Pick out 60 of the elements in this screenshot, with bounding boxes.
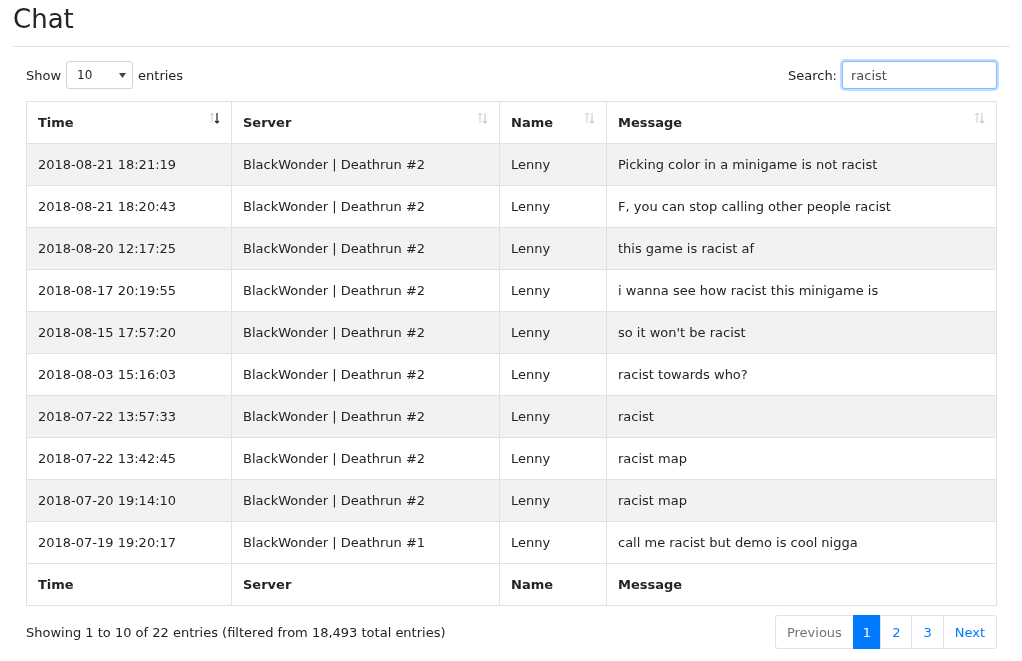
- table-cell: call me racist but demo is cool nigga: [606, 521, 997, 564]
- table-cell: Lenny: [499, 143, 607, 186]
- table-cell: BlackWonder | Deathrun #2: [231, 311, 500, 354]
- table-cell: Lenny: [499, 269, 607, 312]
- table-cell: BlackWonder | Deathrun #2: [231, 227, 500, 270]
- table-cell: Lenny: [499, 185, 607, 228]
- table-cell: Lenny: [499, 395, 607, 438]
- entries-info: Showing 1 to 10 of 22 entries (filtered from 18,493 total entries): [26, 624, 446, 640]
- table-cell: Picking color in a minigame is not racist: [606, 143, 997, 186]
- page-title: Chat: [13, 3, 75, 36]
- table-cell: 2018-08-21 18:20:43: [26, 185, 232, 228]
- table-cell: 2018-07-22 13:57:33: [26, 395, 232, 438]
- search-label: Search:: [787, 67, 837, 83]
- table-cell: racist map: [606, 437, 997, 480]
- table-cell: 2018-08-15 17:57:20: [26, 311, 232, 354]
- table-cell: BlackWonder | Deathrun #2: [231, 437, 500, 480]
- table-cell: BlackWonder | Deathrun #2: [231, 395, 500, 438]
- pagination-button[interactable]: 2: [880, 615, 913, 649]
- table-cell: BlackWonder | Deathrun #2: [231, 143, 500, 186]
- table-cell: 2018-07-22 13:42:45: [26, 437, 232, 480]
- table-cell: racist: [606, 395, 997, 438]
- table-cell: Lenny: [499, 437, 607, 480]
- pagination-button[interactable]: 3: [911, 615, 944, 649]
- table-cell: BlackWonder | Deathrun #1: [231, 521, 500, 564]
- table-cell: racist towards who?: [606, 353, 997, 396]
- table-cell: 2018-08-17 20:19:55: [26, 269, 232, 312]
- table-cell: Lenny: [499, 521, 607, 564]
- show-label: Show: [26, 67, 62, 83]
- search-field[interactable]: racist: [842, 61, 997, 89]
- table-cell: 2018-08-20 12:17:25: [26, 227, 232, 270]
- table-cell: so it won't be racist: [606, 311, 997, 354]
- column-footer: Time: [26, 563, 232, 606]
- column-header[interactable]: Name: [499, 101, 607, 144]
- table-cell: BlackWonder | Deathrun #2: [231, 269, 500, 312]
- table-cell: 2018-07-19 19:20:17: [26, 521, 232, 564]
- table-cell: i wanna see how racist this minigame is: [606, 269, 997, 312]
- entries-select[interactable]: 10: [66, 61, 134, 89]
- table-cell: 2018-07-20 19:14:10: [26, 479, 232, 522]
- column-header[interactable]: Time: [26, 101, 232, 144]
- table-cell: BlackWonder | Deathrun #2: [231, 479, 500, 522]
- table-cell: Lenny: [499, 227, 607, 270]
- column-header[interactable]: Message: [606, 101, 997, 144]
- table-cell: BlackWonder | Deathrun #2: [231, 353, 500, 396]
- table-cell: BlackWonder | Deathrun #2: [231, 185, 500, 228]
- column-header[interactable]: Server: [231, 101, 500, 144]
- pagination-button[interactable]: Next: [942, 615, 997, 649]
- table-cell: this game is racist af: [606, 227, 997, 270]
- table-cell: 2018-08-21 18:21:19: [26, 143, 232, 186]
- column-footer: Server: [231, 563, 500, 606]
- table-cell: 2018-08-03 15:16:03: [26, 353, 232, 396]
- table-cell: Lenny: [499, 479, 607, 522]
- caret-icon: [119, 72, 127, 78]
- table-cell: F, you can stop calling other people racist: [606, 185, 997, 228]
- column-footer: Name: [499, 563, 607, 606]
- entries-label: entries: [138, 67, 184, 83]
- table-cell: racist map: [606, 479, 997, 522]
- column-footer: Message: [606, 563, 997, 606]
- sort-arrows-icon[interactable]: [209, 111, 220, 124]
- table-cell: Lenny: [499, 311, 607, 354]
- table-cell: Lenny: [499, 353, 607, 396]
